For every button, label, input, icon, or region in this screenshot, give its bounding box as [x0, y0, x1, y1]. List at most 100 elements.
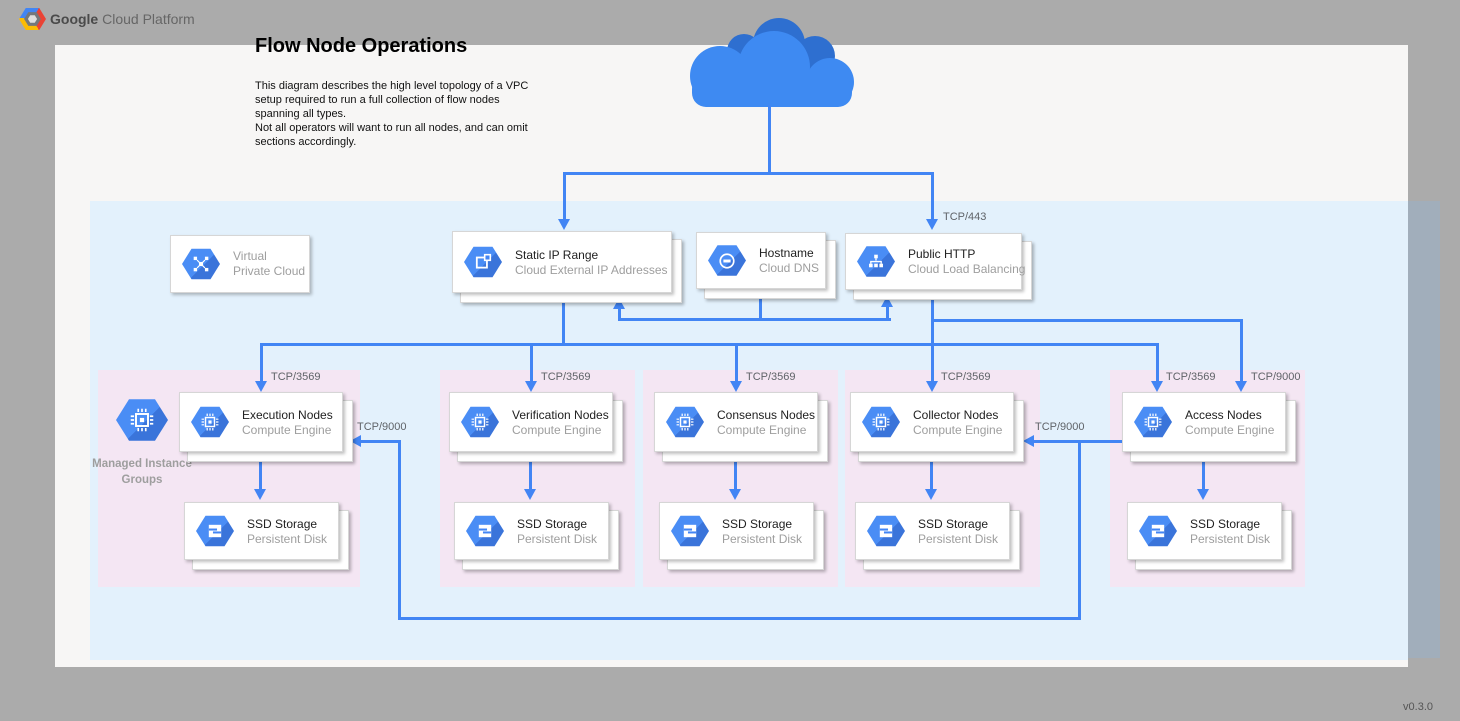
collector-ssd-card[interactable]: SSD Storage Persistent Disk	[855, 502, 1010, 560]
compute-engine-icon	[191, 405, 229, 439]
access-nodes-subtitle: Compute Engine	[1185, 423, 1274, 438]
consensus-ssd-card[interactable]: SSD Storage Persistent Disk	[659, 502, 814, 560]
ssd-storage-title: SSD Storage	[247, 516, 327, 532]
execution-nodes-title: Execution Nodes	[242, 407, 333, 423]
collector-nodes-subtitle: Compute Engine	[913, 423, 1002, 438]
hostname-title: Hostname	[759, 245, 819, 261]
verification-nodes-subtitle: Compute Engine	[512, 423, 609, 438]
load-balancing-icon	[857, 245, 895, 279]
page-description: This diagram describes the high level to…	[255, 79, 533, 149]
access-nodes-card[interactable]: Access Nodes Compute Engine	[1122, 392, 1286, 452]
public-http-title: Public HTTP	[908, 246, 1025, 262]
port-label-tcp9000: TCP/9000	[357, 421, 407, 433]
arrowhead-exec-ssd	[254, 489, 266, 500]
port-label-tcp9000: TCP/9000	[1251, 371, 1301, 383]
vpc-card-line2: Private Cloud	[233, 264, 305, 279]
description-paragraph: Not all operators will want to run all n…	[255, 121, 533, 149]
consensus-nodes-subtitle: Compute Engine	[717, 423, 815, 438]
ssd-storage-title: SSD Storage	[918, 516, 998, 532]
verification-nodes-title: Verification Nodes	[512, 407, 609, 423]
description-paragraph: This diagram describes the high level to…	[255, 79, 533, 121]
connector-dns-to-public-http	[886, 306, 889, 320]
verification-ssd-card[interactable]: SSD Storage Persistent Disk	[454, 502, 609, 560]
ssd-storage-subtitle: Persistent Disk	[247, 532, 327, 547]
connector-drop-consensus	[735, 345, 738, 382]
arrowhead-into-access	[1151, 381, 1163, 392]
ssd-storage-title: SSD Storage	[1190, 516, 1270, 532]
port-label-tcp9000: TCP/9000	[1035, 421, 1085, 433]
port-label-tcp3569: TCP/3569	[1166, 371, 1216, 383]
arrowhead-coll-ssd	[925, 489, 937, 500]
internet-cloud-icon	[682, 14, 862, 110]
static-ip-title: Static IP Range	[515, 247, 668, 263]
brand-cloud-platform: Cloud Platform	[98, 11, 194, 27]
ssd-storage-title: SSD Storage	[517, 516, 597, 532]
port-label-tcp443: TCP/443	[943, 211, 986, 223]
port-label-tcp3569: TCP/3569	[541, 371, 591, 383]
execution-nodes-subtitle: Compute Engine	[242, 423, 333, 438]
persistent-disk-icon	[1139, 514, 1177, 548]
version-label: v0.3.0	[1403, 701, 1433, 713]
gcp-hexagon-logo	[19, 7, 46, 31]
access-ssd-card[interactable]: SSD Storage Persistent Disk	[1127, 502, 1282, 560]
verification-nodes-card[interactable]: Verification Nodes Compute Engine	[449, 392, 613, 452]
port-label-tcp3569: TCP/3569	[271, 371, 321, 383]
public-http-subtitle: Cloud Load Balancing	[908, 262, 1025, 277]
ssd-storage-subtitle: Persistent Disk	[517, 532, 597, 547]
connector-dns-horizontal	[618, 318, 891, 321]
consensus-nodes-title: Consensus Nodes	[717, 407, 815, 423]
static-ip-card[interactable]: Static IP Range Cloud External IP Addres…	[452, 231, 672, 293]
collector-nodes-card[interactable]: Collector Nodes Compute Engine	[850, 392, 1014, 452]
execution-ssd-card[interactable]: SSD Storage Persistent Disk	[184, 502, 339, 560]
arrowhead-into-access-9000	[1235, 381, 1247, 392]
arrowhead-into-execution	[255, 381, 267, 392]
connector-loop-collector-horizontal	[1031, 440, 1122, 443]
static-ip-subtitle: Cloud External IP Addresses	[515, 263, 668, 278]
virtual-private-cloud-card[interactable]: Virtual Private Cloud	[170, 235, 310, 293]
connector-dns-to-static-ip	[618, 308, 621, 320]
connector-loop-exec-horizontal	[361, 440, 400, 443]
connector-http-to-collector	[931, 298, 934, 382]
port-label-tcp3569: TCP/3569	[746, 371, 796, 383]
persistent-disk-icon	[466, 514, 504, 548]
port-label-tcp3569: TCP/3569	[941, 371, 991, 383]
connector-drop-verification	[530, 345, 533, 382]
arrowhead-access-ssd	[1197, 489, 1209, 500]
ssd-storage-subtitle: Persistent Disk	[918, 532, 998, 547]
execution-nodes-card[interactable]: Execution Nodes Compute Engine	[179, 392, 343, 452]
arrowhead-verif-ssd	[524, 489, 536, 500]
arrowhead-into-verification	[525, 381, 537, 392]
vpc-card-line1: Virtual	[233, 249, 305, 264]
arrowhead-into-consensus	[730, 381, 742, 392]
connector-to-public-http	[931, 172, 934, 220]
ssd-storage-subtitle: Persistent Disk	[1190, 532, 1270, 547]
ssd-storage-title: SSD Storage	[722, 516, 802, 532]
public-http-card[interactable]: Public HTTP Cloud Load Balancing	[845, 233, 1022, 290]
vpc-region-overflow	[1408, 201, 1440, 658]
compute-engine-icon	[862, 405, 900, 439]
connector-top-split	[563, 172, 934, 175]
connector-to-static-ip	[563, 172, 566, 220]
external-ip-icon	[464, 245, 502, 279]
arrowhead-into-public-http	[926, 219, 938, 230]
brand-text: Google Cloud Platform	[50, 11, 195, 27]
virtual-private-cloud-icon	[182, 247, 220, 281]
collector-nodes-title: Collector Nodes	[913, 407, 1002, 423]
connector-http-branch-horizontal	[931, 319, 1243, 322]
brand-google: Google	[50, 11, 98, 27]
connector-loop-left-vertical	[398, 440, 401, 620]
connector-http-branch-to-access	[1240, 319, 1243, 382]
compute-engine-icon	[1134, 405, 1172, 439]
cloud-dns-icon	[708, 244, 746, 278]
connector-cloud-stem	[768, 105, 771, 174]
ssd-storage-subtitle: Persistent Disk	[722, 532, 802, 547]
compute-engine-icon	[461, 405, 499, 439]
page-title: Flow Node Operations	[255, 35, 467, 58]
persistent-disk-icon	[196, 514, 234, 548]
compute-engine-icon	[666, 405, 704, 439]
arrowhead-into-collector	[926, 381, 938, 392]
diagram-stage: Google Cloud Platform v0.3.0 Flow Node O…	[0, 0, 1460, 721]
hostname-card[interactable]: Hostname Cloud DNS	[696, 232, 826, 289]
persistent-disk-icon	[867, 514, 905, 548]
consensus-nodes-card[interactable]: Consensus Nodes Compute Engine	[654, 392, 818, 452]
